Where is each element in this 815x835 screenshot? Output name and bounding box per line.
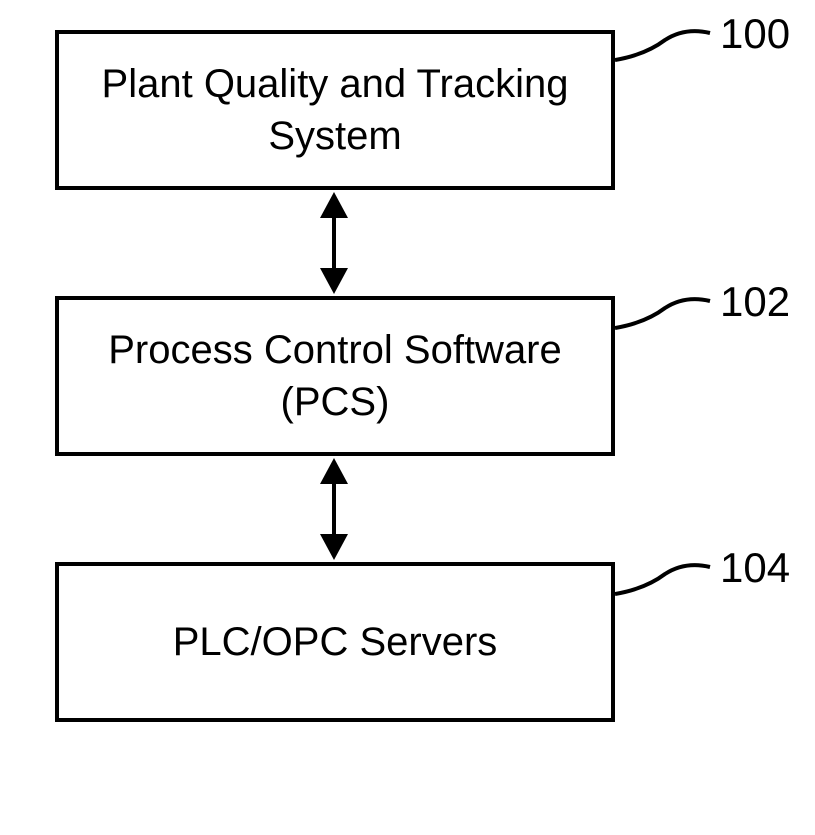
box-top-line2: System — [268, 114, 401, 158]
box-process-control-software: Process Control Software (PCS) — [55, 296, 615, 456]
box-middle-line1: Process Control Software — [108, 328, 562, 372]
box-process-control-software-text: Process Control Software (PCS) — [108, 324, 562, 428]
leader-line-104 — [615, 559, 715, 599]
box-plant-quality-tracking: Plant Quality and Tracking System — [55, 30, 615, 190]
arrow-head-down-1 — [320, 268, 348, 294]
box-plc-opc-servers-text: PLC/OPC Servers — [173, 616, 498, 668]
box-plc-opc-servers: PLC/OPC Servers — [55, 562, 615, 722]
box-plant-quality-tracking-text: Plant Quality and Tracking System — [102, 58, 569, 162]
ref-label-102: 102 — [720, 278, 790, 326]
box-bottom-line1: PLC/OPC Servers — [173, 620, 498, 664]
ref-label-100: 100 — [720, 10, 790, 58]
ref-label-104: 104 — [720, 544, 790, 592]
leader-line-100 — [615, 25, 715, 65]
arrow-line-1 — [332, 215, 336, 270]
box-top-line1: Plant Quality and Tracking — [102, 62, 569, 106]
arrow-head-down-2 — [320, 534, 348, 560]
leader-line-102 — [615, 293, 715, 333]
box-middle-line2: (PCS) — [281, 380, 390, 424]
arrow-line-2 — [332, 481, 336, 536]
